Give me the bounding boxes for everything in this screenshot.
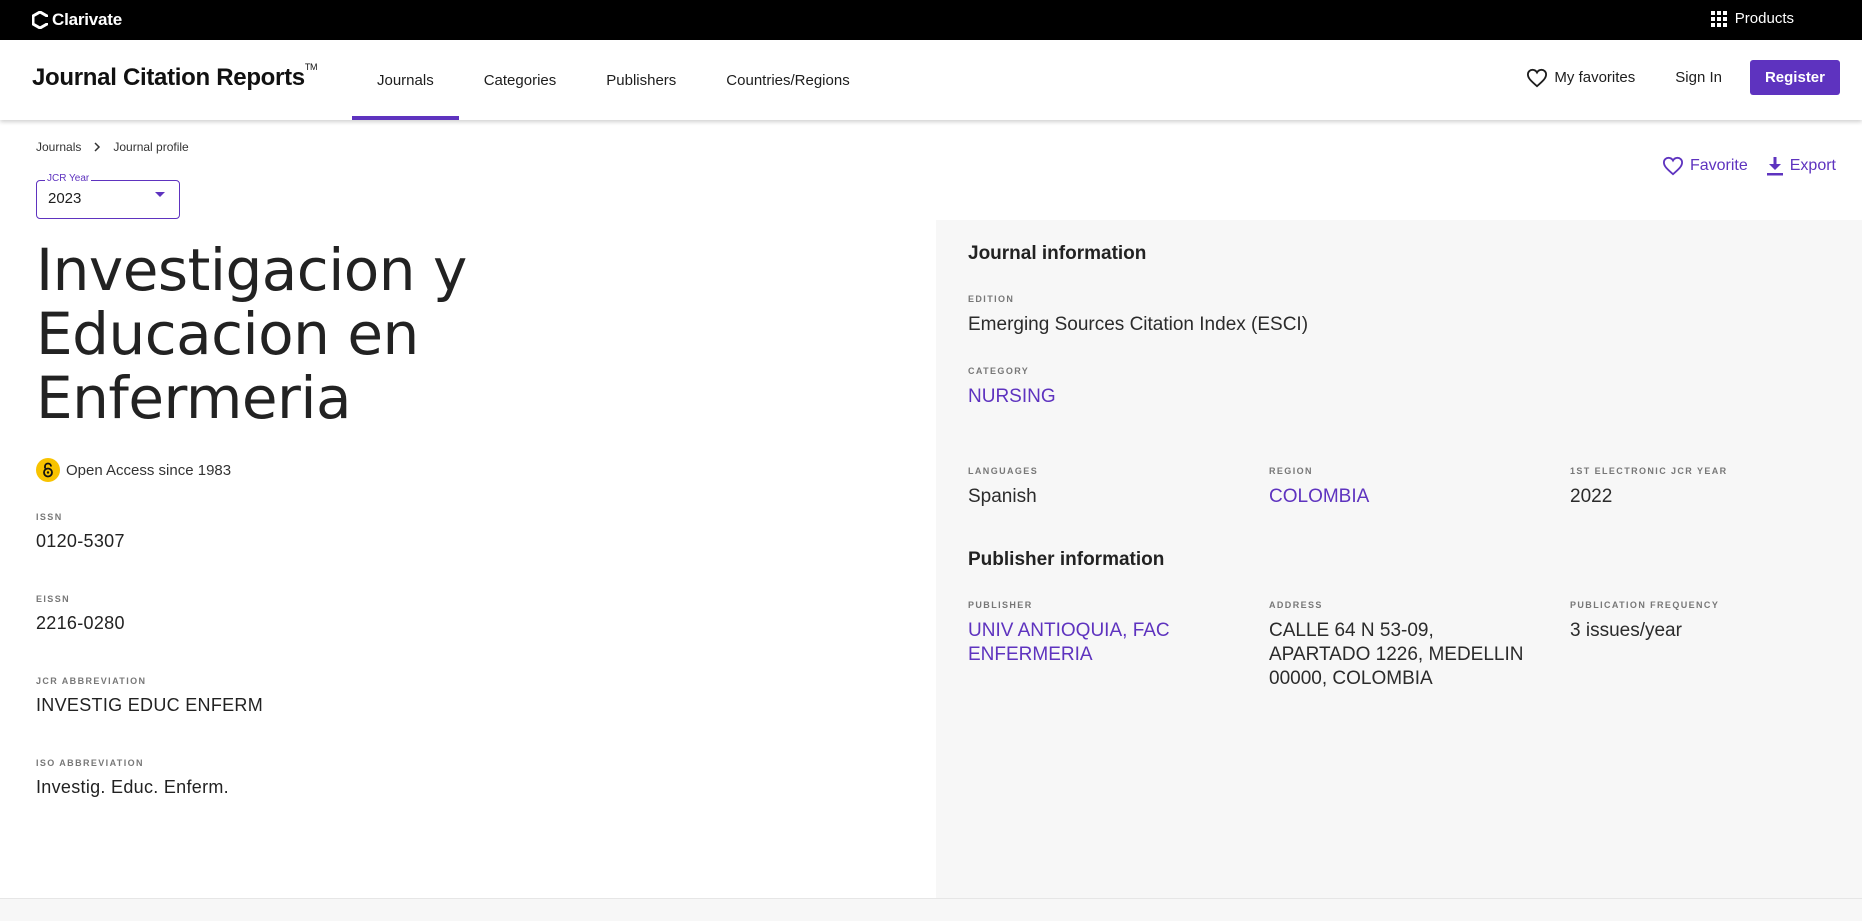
favorite-button[interactable]: Favorite (1662, 156, 1748, 176)
eissn-field: EISSN 2216-0280 (36, 594, 125, 634)
issn-label: ISSN (36, 512, 63, 522)
publisher-information-heading: Publisher information (968, 549, 1165, 570)
category-field: CATEGORY NURSING (968, 366, 1228, 409)
jcr-abbreviation-label: JCR ABBREVIATION (36, 676, 147, 686)
edition-label: EDITION (968, 294, 1015, 304)
category-link[interactable]: NURSING (968, 385, 1228, 409)
journal-information-heading: Journal information (968, 243, 1147, 264)
main-header: Journal Citation ReportsTM Journals Cate… (0, 40, 1862, 120)
jcr-abbreviation-field: JCR ABBREVIATION INVESTIG EDUC ENFERM (36, 676, 263, 716)
clarivate-logo[interactable]: Clarivate (32, 10, 122, 30)
favorite-label: Favorite (1689, 157, 1748, 174)
journal-title: Investigacion y Educacion en Enfermeria (36, 236, 467, 432)
open-access-text: Open Access since 1983 (66, 461, 232, 479)
languages-value: Spanish (968, 486, 1037, 507)
sign-in-link[interactable]: Sign In (1675, 69, 1722, 86)
first-electronic-jcr-year-field: 1ST ELECTRONIC JCR YEAR 2022 (1570, 466, 1830, 509)
edition-field: EDITION Emerging Sources Citation Index … (968, 294, 1568, 337)
export-label: Export (1789, 157, 1836, 174)
publication-frequency-value: 3 issues/year (1570, 620, 1682, 641)
top-bar: Clarivate Products (0, 0, 1862, 40)
address-value: CALLE 64 N 53-09, APARTADO 1226, MEDELLI… (1269, 620, 1524, 689)
jcr-year-value: 2023 (48, 190, 82, 207)
iso-abbreviation-field: ISO ABBREVIATION Investig. Educ. Enferm. (36, 758, 229, 798)
first-electronic-jcr-year-value: 2022 (1570, 486, 1613, 507)
products-menu-button[interactable]: Products (1710, 10, 1794, 27)
eissn-value: 2216-0280 (36, 613, 125, 633)
journal-info-panel: Journal information EDITION Emerging Sou… (936, 220, 1862, 898)
edition-value: Emerging Sources Citation Index (ESCI) (968, 314, 1309, 335)
jcr-year-label: JCR Year (45, 173, 92, 184)
products-label: Products (1734, 10, 1794, 27)
nav-publishers[interactable]: Publishers (581, 40, 701, 120)
breadcrumb-current: Journal profile (113, 140, 189, 154)
chevron-right-icon (94, 142, 101, 152)
heart-icon (1527, 68, 1548, 87)
languages-label: LANGUAGES (968, 466, 1039, 476)
journal-actions: Favorite Export (1662, 156, 1836, 176)
nav-countries-regions[interactable]: Countries/Regions (701, 40, 874, 120)
publisher-link[interactable]: UNIV ANTIOQUIA, FAC ENFERMERIA (968, 619, 1188, 667)
open-access-icon (36, 458, 60, 482)
trademark-symbol: TM (304, 62, 318, 72)
issn-field: ISSN 0120-5307 (36, 512, 125, 552)
publisher-field: PUBLISHER UNIV ANTIOQUIA, FAC ENFERMERIA (968, 600, 1188, 667)
jcr-title-text: Journal Citation Reports (32, 64, 305, 91)
region-field: REGION COLOMBIA (1269, 466, 1529, 509)
publisher-label: PUBLISHER (968, 600, 1033, 610)
jcr-home-link[interactable]: Journal Citation ReportsTM (32, 62, 318, 92)
region-label: REGION (1269, 466, 1313, 476)
jcr-year-select[interactable]: JCR Year 2023 (36, 173, 180, 219)
languages-field: LANGUAGES Spanish (968, 466, 1228, 509)
nav-journals[interactable]: Journals (352, 40, 459, 120)
heart-icon (1662, 156, 1683, 176)
breadcrumb: Journals Journal profile (36, 140, 189, 154)
region-link[interactable]: COLOMBIA (1269, 485, 1529, 509)
open-access-indicator: Open Access since 1983 (36, 458, 231, 482)
my-favorites-link[interactable]: My favorites (1526, 68, 1635, 88)
brand-name: Clarivate (52, 10, 123, 29)
header-actions: My favorites Sign In Register (1526, 60, 1840, 95)
main-nav: Journals Categories Publishers Countries… (352, 40, 875, 120)
register-button[interactable]: Register (1749, 60, 1840, 95)
publication-frequency-label: PUBLICATION FREQUENCY (1570, 600, 1720, 610)
first-electronic-jcr-year-label: 1ST ELECTRONIC JCR YEAR (1570, 466, 1728, 476)
clarivate-logo-icon (32, 11, 48, 29)
export-button[interactable]: Export (1766, 156, 1836, 176)
iso-abbreviation-label: ISO ABBREVIATION (36, 758, 144, 768)
iso-abbreviation-value: Investig. Educ. Enferm. (36, 777, 229, 797)
eissn-label: EISSN (36, 594, 71, 604)
caret-down-icon (155, 192, 165, 197)
address-label: ADDRESS (1269, 600, 1323, 610)
address-field: ADDRESS CALLE 64 N 53-09, APARTADO 1226,… (1269, 600, 1529, 691)
jcr-abbreviation-value: INVESTIG EDUC ENFERM (36, 695, 264, 715)
download-icon (1766, 157, 1783, 176)
my-favorites-label: My favorites (1554, 69, 1636, 86)
nav-categories[interactable]: Categories (459, 40, 582, 120)
publication-frequency-field: PUBLICATION FREQUENCY 3 issues/year (1570, 600, 1830, 643)
issn-value: 0120-5307 (36, 531, 125, 551)
apps-grid-icon (1710, 10, 1727, 27)
category-label: CATEGORY (968, 366, 1030, 376)
footer-band (0, 898, 1862, 921)
breadcrumb-journals[interactable]: Journals (36, 140, 81, 154)
